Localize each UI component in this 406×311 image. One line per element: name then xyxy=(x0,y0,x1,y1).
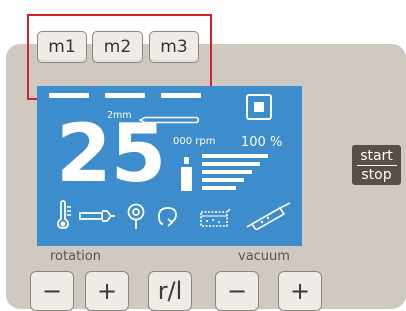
vacuum-label: vacuum xyxy=(238,249,290,264)
stop-label: stop xyxy=(361,166,392,183)
start-label: start xyxy=(360,147,393,164)
vacuum-increase-button[interactable]: + xyxy=(278,271,322,311)
probe-icon xyxy=(127,203,145,229)
rotation-decrease-button[interactable]: − xyxy=(30,271,74,311)
start-stop-button[interactable]: start stop xyxy=(352,145,401,185)
memory-indicator-2 xyxy=(105,93,145,98)
level-bar-1 xyxy=(202,154,268,158)
power-percent: 100 % xyxy=(241,135,283,150)
memory-button-m3[interactable]: m3 xyxy=(149,31,199,63)
wrench-icon xyxy=(79,210,115,222)
level-bar-3 xyxy=(202,170,252,174)
memory-button-m2[interactable]: m2 xyxy=(92,31,143,63)
rotation-label: rotation xyxy=(50,249,101,264)
rpm-unit: 000 rpm xyxy=(173,136,216,147)
vacuum-indicator-dot xyxy=(184,157,189,164)
stop-icon xyxy=(246,94,272,120)
rotation-increase-button[interactable]: + xyxy=(85,271,129,311)
vacuum-tube-icon xyxy=(246,202,291,230)
memory-indicator-1 xyxy=(49,93,89,98)
memory-button-m1[interactable]: m1 xyxy=(37,31,87,63)
container-icon xyxy=(200,208,231,227)
memory-indicator-3 xyxy=(161,93,201,98)
reverse-direction-button[interactable]: r/l xyxy=(148,271,192,311)
rotation-arrow-icon xyxy=(158,207,177,227)
rpm-value: 25 xyxy=(56,107,166,200)
level-bar-2 xyxy=(202,162,260,166)
level-bar-5 xyxy=(202,186,236,190)
vacuum-indicator-bar xyxy=(181,167,192,191)
level-bar-4 xyxy=(202,178,244,182)
display-screen: 2mm 25 000 rpm 100 % xyxy=(37,86,302,246)
vacuum-decrease-button[interactable]: − xyxy=(215,271,259,311)
start-stop-divider xyxy=(356,164,397,166)
thermometer-icon xyxy=(57,200,71,229)
